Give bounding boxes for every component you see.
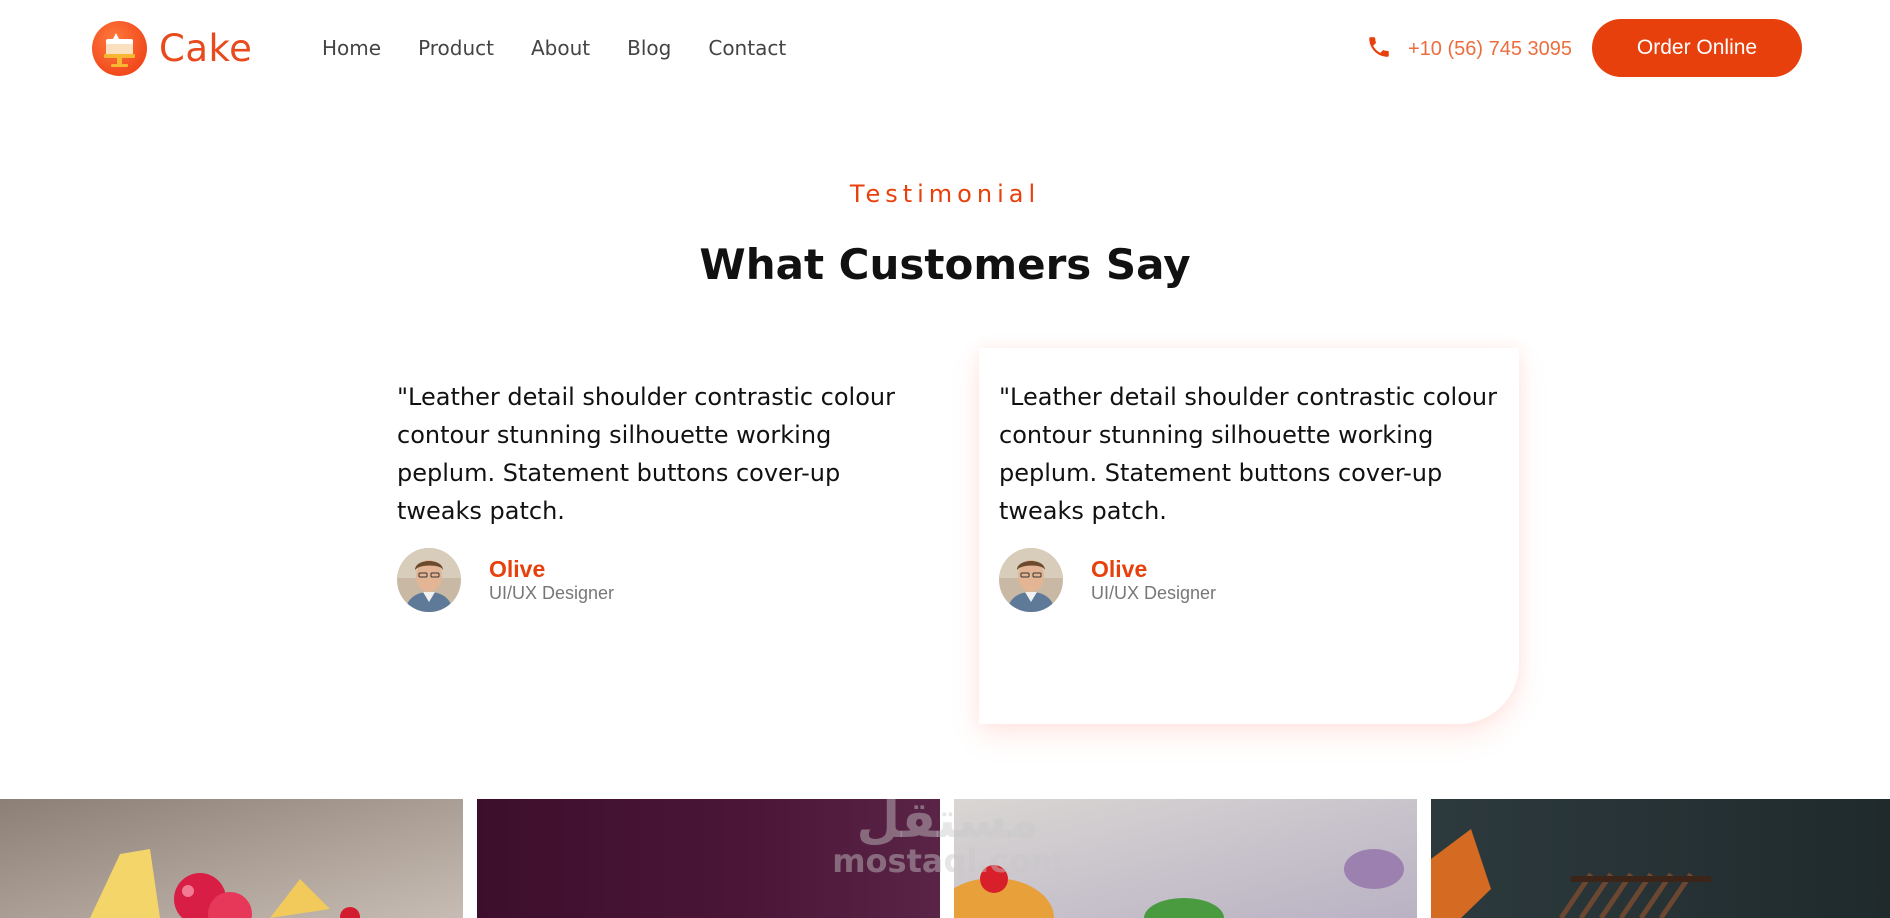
gallery-image-fruit-tart[interactable] bbox=[0, 799, 463, 918]
author-role: UI/UX Designer bbox=[1091, 582, 1217, 603]
author-avatar bbox=[999, 548, 1063, 612]
nav-product[interactable]: Product bbox=[418, 36, 494, 60]
nav-home[interactable]: Home bbox=[322, 36, 381, 60]
section-title: What Customers Say bbox=[699, 240, 1191, 289]
author-role: UI/UX Designer bbox=[489, 582, 615, 603]
author-name: Olive bbox=[489, 555, 546, 582]
nav-contact[interactable]: Contact bbox=[708, 36, 786, 60]
phone-contact[interactable]: +10 (56) 745 3095 bbox=[1366, 34, 1572, 64]
author-name: Olive bbox=[1091, 555, 1148, 582]
gallery-image-chocolate[interactable] bbox=[1431, 799, 1890, 918]
site-header: Cake Home Product About Blog Contact +10… bbox=[0, 0, 1890, 100]
main-nav: Home Product About Blog Contact bbox=[322, 36, 823, 60]
nav-about[interactable]: About bbox=[531, 36, 590, 60]
phone-number: +10 (56) 745 3095 bbox=[1408, 37, 1573, 60]
section-eyebrow: Testimonial bbox=[849, 180, 1041, 208]
gallery-image-pastry[interactable] bbox=[954, 799, 1417, 918]
logo-text: Cake bbox=[159, 27, 253, 70]
testimonial-card: "Leather detail shoulder contrastic colo… bbox=[377, 348, 917, 724]
order-online-button[interactable]: Order Online bbox=[1592, 19, 1802, 77]
logo-link[interactable]: Cake bbox=[92, 21, 252, 76]
testimonial-card-active: "Leather detail shoulder contrastic colo… bbox=[979, 348, 1519, 724]
testimonial-author: Olive UI/UX Designer bbox=[397, 548, 897, 612]
nav-blog[interactable]: Blog bbox=[627, 36, 671, 60]
testimonial-quote: "Leather detail shoulder contrastic colo… bbox=[999, 383, 1497, 525]
gallery-image-dark-berry[interactable] bbox=[477, 799, 940, 918]
cake-logo-icon bbox=[92, 21, 147, 76]
testimonial-author: Olive UI/UX Designer bbox=[999, 548, 1499, 612]
testimonial-quote: "Leather detail shoulder contrastic colo… bbox=[397, 383, 895, 525]
gallery-strip bbox=[0, 799, 1890, 918]
phone-icon bbox=[1366, 34, 1392, 64]
author-avatar bbox=[397, 548, 461, 612]
